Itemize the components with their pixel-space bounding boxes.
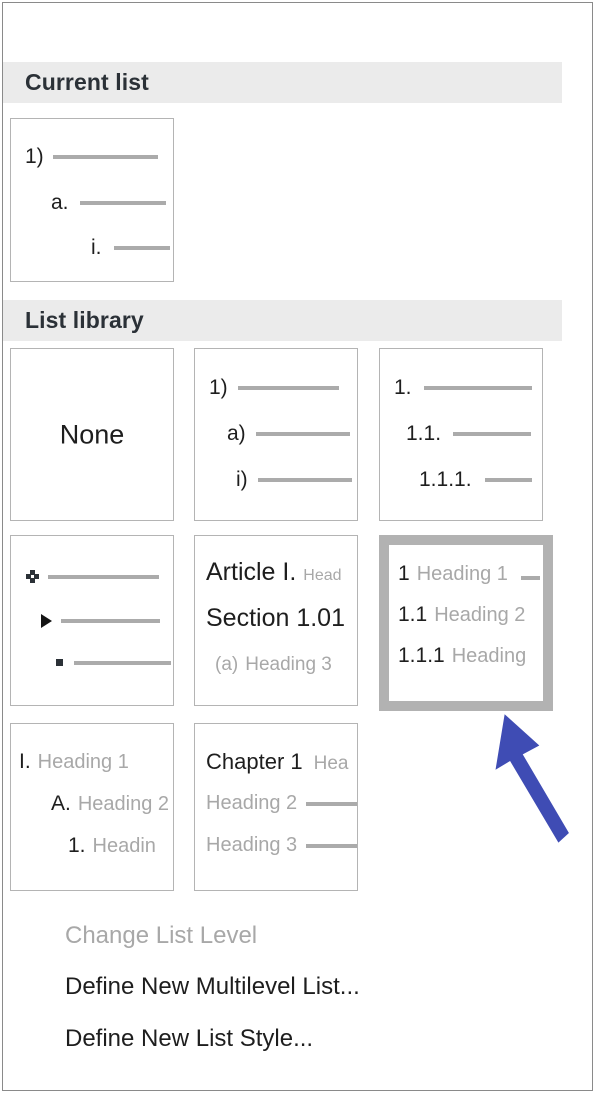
preview-level-1: Article I. Head <box>206 558 342 586</box>
current-list-header-label: Current list <box>25 69 149 95</box>
list-library-item-numbered-headings[interactable]: 1 Heading 1 1.1 Heading 2 1.1.1 Heading <box>379 535 553 711</box>
preview-level-3: i) <box>236 468 352 492</box>
preview-level-3 <box>56 659 171 666</box>
none-label: None <box>59 419 125 449</box>
rule-line <box>484 478 532 482</box>
rule-line <box>113 246 170 250</box>
preview-level-2: A. Heading 2 <box>51 792 170 815</box>
preview-level-2: Heading 2 <box>206 792 357 815</box>
rule-line <box>79 201 166 205</box>
menu-item-define-new-list-style[interactable]: Define New List Style... <box>0 1016 593 1062</box>
preview-level-3: 1.1.1. <box>419 468 532 492</box>
menu-item-label: Define New Multilevel List... <box>65 973 360 1000</box>
preview-level-1: 1) <box>209 376 339 400</box>
preview-level-2: Section 1.01 <box>206 604 345 632</box>
current-list-level-1: 1) <box>25 145 158 169</box>
menu-item-change-list-level[interactable]: Change List Level <box>0 913 593 959</box>
multilevel-list-dropdown: Current list 1) a. i. List library None … <box>0 0 600 1095</box>
menu-item-define-new-multilevel-list[interactable]: Define New Multilevel List... <box>0 964 593 1010</box>
preview-level-3: Heading 3 <box>206 834 357 857</box>
rule-line <box>237 386 339 390</box>
rule-line <box>74 660 171 665</box>
rule-line <box>453 432 532 436</box>
preview-level-1 <box>26 570 159 583</box>
preview-level-3: 1.1.1 Heading <box>398 644 527 667</box>
menu-item-label: Change List Level <box>65 922 258 949</box>
rule-line <box>255 432 350 436</box>
list-library-item-paren-number[interactable]: 1) a) i) <box>194 348 358 521</box>
triangle-bullet-icon <box>41 614 52 628</box>
menu-item-label: Define New List Style... <box>65 1025 314 1052</box>
current-list-preview[interactable]: 1) a. i. <box>10 118 174 282</box>
list-library-item-none[interactable]: None <box>10 348 174 521</box>
diamond-bullet-icon <box>26 570 39 583</box>
list-library-item-article-section[interactable]: Article I. Head Section 1.01 (a) Heading… <box>194 535 358 706</box>
current-list-section-header: Current list <box>3 62 562 103</box>
list-library-item-roman-headings[interactable]: I. Heading 1 A. Heading 2 1. Headin <box>10 723 174 891</box>
rule-line <box>257 478 352 482</box>
list-library-item-bullets[interactable] <box>10 535 174 706</box>
list-library-item-chapter-headings[interactable]: Chapter 1 Hea Heading 2 Heading 3 <box>194 723 358 891</box>
current-list-level-3: i. <box>91 236 170 260</box>
current-list-level-2: a. <box>51 191 166 215</box>
preview-level-2: 1.1. <box>406 422 532 446</box>
preview-level-3: (a) Heading 3 <box>215 654 332 675</box>
list-library-header-label: List library <box>25 307 144 333</box>
preview-level-1: 1 Heading 1 <box>398 562 540 586</box>
square-bullet-icon <box>56 659 63 666</box>
list-library-section-header: List library <box>3 300 562 341</box>
rule-line <box>306 801 357 806</box>
preview-level-1: I. Heading 1 <box>19 750 129 773</box>
rule-line <box>423 386 532 390</box>
preview-level-2: a) <box>227 422 350 446</box>
rule-line <box>48 574 159 579</box>
preview-level-1: Chapter 1 Hea <box>206 749 349 774</box>
list-library-item-legal-number[interactable]: 1. 1.1. 1.1.1. <box>379 348 543 521</box>
rule-line <box>61 619 160 623</box>
rule-line <box>520 576 540 580</box>
preview-level-2 <box>41 614 160 628</box>
preview-level-2: 1.1 Heading 2 <box>398 603 526 626</box>
preview-level-3: 1. Headin <box>68 834 156 857</box>
preview-level-1: 1. <box>394 376 532 400</box>
rule-line <box>306 843 357 848</box>
rule-line <box>52 155 158 159</box>
